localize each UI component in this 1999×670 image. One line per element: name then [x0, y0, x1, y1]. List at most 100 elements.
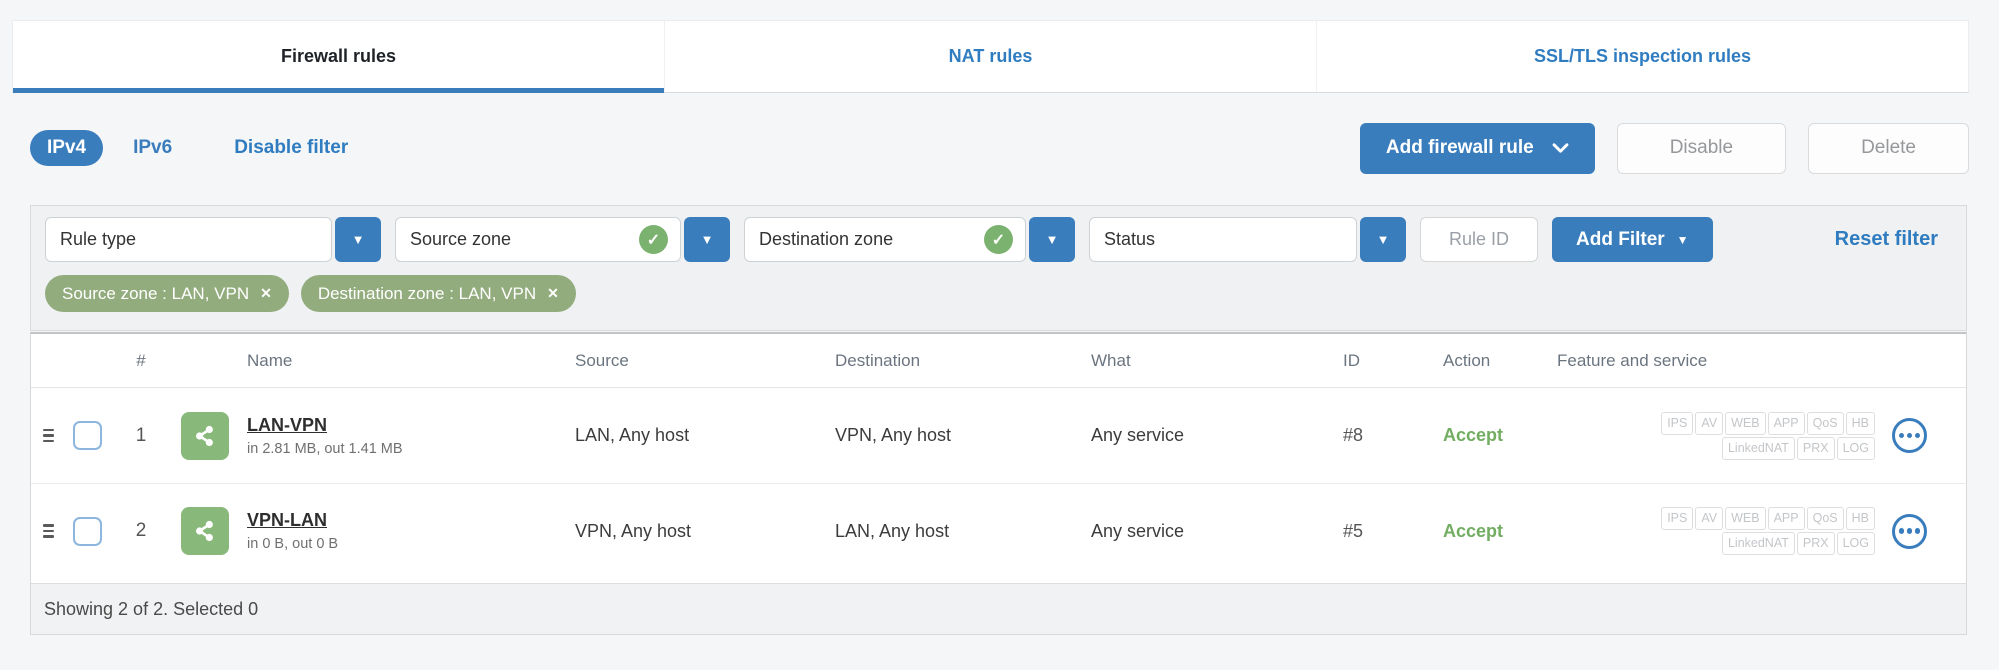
feature-badge: IPS [1661, 507, 1694, 530]
delete-button[interactable]: Delete [1808, 122, 1969, 174]
feature-badge: LOG [1836, 436, 1875, 460]
filter-chip-label: Source zone : LAN, VPN [62, 283, 250, 303]
feature-badge: HB [1845, 411, 1875, 435]
rule-what: Any service [1091, 520, 1185, 541]
feature-badge: PRX [1796, 436, 1835, 460]
rule-name-link[interactable]: LAN-VPN [247, 415, 327, 436]
rule-name-link[interactable]: VPN-LAN [247, 510, 327, 531]
feature-badge: LinkedNAT [1721, 436, 1795, 460]
remove-filter-icon[interactable]: ✕ [260, 285, 272, 302]
reset-filter-link[interactable]: Reset filter [1835, 228, 1938, 251]
header-what: What [1091, 350, 1131, 370]
ipv6-toggle[interactable]: IPv6 [133, 137, 172, 159]
destination-zone-field[interactable]: Destination zone ✓ [744, 217, 1026, 262]
rule-id: #8 [1343, 425, 1364, 445]
share-network-icon [181, 507, 229, 555]
rule-traffic-stats: in 2.81 MB, out 1.41 MB [247, 440, 403, 457]
feature-badge: HB [1845, 507, 1875, 530]
source-zone-filter: Source zone ✓ ▼ [395, 217, 730, 262]
showing-status-text: Showing 2 of 2. Selected 0 [44, 598, 259, 619]
feature-badge: QoS [1806, 507, 1844, 530]
feature-badge: AV [1695, 411, 1724, 435]
add-firewall-rule-label: Add firewall rule [1385, 137, 1534, 158]
header-source: Source [575, 350, 629, 370]
header-number: # [136, 350, 146, 370]
chevron-down-icon [1552, 142, 1569, 153]
dropdown-arrow-icon: ▼ [1676, 232, 1689, 247]
header-action: Action [1443, 350, 1491, 370]
rule-action: Accept [1443, 425, 1504, 445]
row-menu-cell [1892, 418, 1966, 453]
feature-badge: APP [1767, 507, 1805, 530]
rule-destination: VPN, Any host [835, 425, 952, 445]
rule-name-cell: LAN-VPN in 2.81 MB, out 1.41 MB [247, 415, 575, 457]
filter-chip-label: Destination zone : LAN, VPN [317, 283, 537, 303]
status-label: Status [1104, 229, 1156, 249]
disable-button[interactable]: Disable [1616, 122, 1787, 174]
feature-badge: WEB [1725, 411, 1766, 435]
remove-filter-icon[interactable]: ✕ [547, 285, 559, 302]
rule-action: Accept [1443, 520, 1504, 541]
rule-type-dropdown-button[interactable]: ▼ [335, 217, 381, 262]
dropdown-arrow-icon: ▼ [1045, 232, 1059, 247]
header-name: Name [247, 350, 293, 370]
source-zone-field[interactable]: Source zone ✓ [395, 217, 681, 262]
rule-source: VPN, Any host [575, 520, 692, 541]
row-checkbox[interactable] [73, 421, 102, 450]
source-zone-dropdown-button[interactable]: ▼ [684, 217, 730, 262]
feature-badge: QoS [1806, 411, 1844, 435]
feature-badge: IPS [1661, 411, 1694, 435]
rule-id: #5 [1343, 520, 1364, 541]
source-zone-label: Source zone [410, 229, 512, 249]
filter-chip-destination-zone: Destination zone : LAN, VPN ✕ [300, 275, 576, 312]
add-firewall-rule-button[interactable]: Add firewall rule [1359, 122, 1595, 174]
header-destination: Destination [835, 350, 921, 370]
table-header-row: # Name Source Destination What ID Action… [31, 334, 1966, 388]
feature-badge: AV [1695, 507, 1724, 530]
firewall-rules-table: # Name Source Destination What ID Action… [30, 332, 1967, 635]
feature-badge: LinkedNAT [1721, 532, 1795, 555]
header-id: ID [1343, 350, 1360, 370]
feature-badges: IPS AV WEB APP QoS HB LinkedNAT PRX LOG [1557, 411, 1892, 461]
add-filter-label: Add Filter [1576, 228, 1665, 250]
table-row: 1 LAN-VPN in 2.81 MB, out 1.41 MB LAN, A… [31, 388, 1966, 483]
add-filter-button[interactable]: Add Filter ▼ [1552, 217, 1713, 262]
feature-badge: APP [1767, 411, 1805, 435]
status-field[interactable]: Status [1089, 217, 1357, 262]
tab-nat-rules[interactable]: NAT rules [664, 21, 1316, 92]
destination-zone-label: Destination zone [759, 229, 894, 249]
ipv4-toggle[interactable]: IPv4 [30, 130, 104, 166]
tab-ssl-tls-inspection-rules[interactable]: SSL/TLS inspection rules [1316, 21, 1968, 92]
destination-zone-filter: Destination zone ✓ ▼ [744, 217, 1075, 262]
rule-destination: LAN, Any host [835, 520, 950, 541]
row-checkbox[interactable] [73, 516, 102, 546]
dropdown-arrow-icon: ▼ [700, 232, 714, 247]
disable-filter-link[interactable]: Disable filter [234, 137, 348, 159]
rules-tab-bar: Firewall rules NAT rules SSL/TLS inspect… [12, 20, 1969, 93]
rule-what: Any service [1091, 425, 1185, 445]
feature-badge: WEB [1725, 507, 1766, 530]
rule-source: LAN, Any host [575, 425, 690, 445]
row-menu-ellipsis-icon[interactable] [1892, 418, 1927, 453]
tab-firewall-rules[interactable]: Firewall rules [13, 21, 664, 93]
drag-handle-icon[interactable] [43, 524, 54, 538]
header-feature-service: Feature and service [1557, 350, 1708, 370]
check-icon: ✓ [984, 225, 1013, 254]
status-dropdown-button[interactable]: ▼ [1360, 217, 1406, 262]
drag-handle-icon[interactable] [43, 428, 54, 443]
toolbar: IPv4 IPv6 Disable filter Add firewall ru… [30, 118, 1969, 178]
table-row: 2 VPN-LAN in 0 B, out 0 B VPN, Any host … [31, 483, 1966, 578]
dropdown-arrow-icon: ▼ [351, 232, 365, 247]
feature-badge: PRX [1796, 532, 1835, 555]
row-menu-ellipsis-icon[interactable] [1892, 513, 1927, 549]
dropdown-arrow-icon: ▼ [1376, 232, 1390, 247]
rule-type-field[interactable]: Rule type [45, 217, 332, 262]
filter-chip-source-zone: Source zone : LAN, VPN ✕ [45, 275, 289, 312]
row-number: 2 [135, 520, 147, 541]
rule-type-label: Rule type [60, 229, 137, 249]
row-number: 1 [135, 424, 147, 446]
table-footer: Showing 2 of 2. Selected 0 [31, 583, 1966, 634]
rule-id-input[interactable] [1420, 217, 1538, 262]
feature-badges: IPS AV WEB APP QoS HB LinkedNAT PRX LOG [1557, 506, 1892, 556]
destination-zone-dropdown-button[interactable]: ▼ [1029, 217, 1075, 262]
